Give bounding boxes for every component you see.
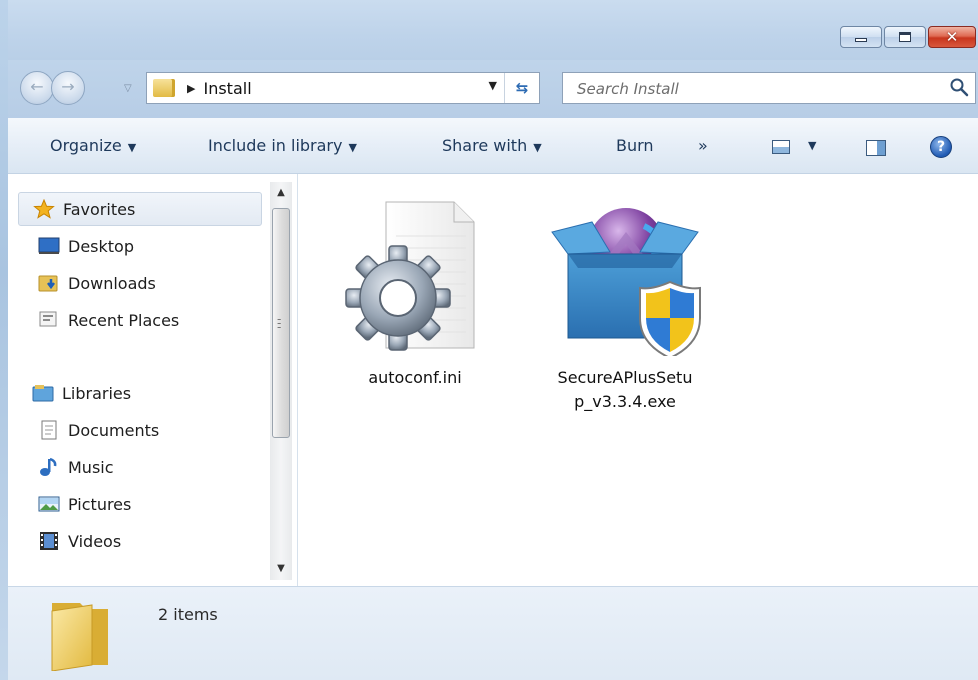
videos-film-icon bbox=[38, 531, 60, 551]
nav-recent-places-label: Recent Places bbox=[68, 310, 180, 330]
file-name: SecureAPlusSetu bbox=[557, 368, 693, 387]
folder-icon bbox=[51, 603, 108, 671]
nav-documents-label: Documents bbox=[68, 420, 160, 440]
details-pane: 2 items bbox=[8, 586, 978, 680]
nav-recent-places[interactable]: Recent Places bbox=[18, 303, 179, 337]
scroll-down-button[interactable]: ▼ bbox=[270, 558, 292, 580]
share-with-menu[interactable]: Share with ▼ bbox=[442, 136, 542, 155]
scroll-grip-icon: --- bbox=[277, 312, 282, 334]
file-secureaplussetup-exe[interactable]: SecureAPlusSetu p_v3.3.4.exe bbox=[540, 196, 710, 414]
close-button[interactable]: ✕ bbox=[928, 26, 976, 48]
desktop-icon bbox=[38, 236, 60, 256]
view-options-dropdown[interactable]: ▼ bbox=[808, 139, 816, 152]
nav-libraries[interactable]: Libraries bbox=[18, 376, 131, 410]
nav-pictures-label: Pictures bbox=[68, 494, 132, 514]
file-autoconf-ini[interactable]: autoconf.ini bbox=[330, 196, 500, 390]
title-bar: ✕ bbox=[8, 0, 978, 60]
nav-music[interactable]: Music bbox=[18, 450, 114, 484]
minimize-icon bbox=[855, 38, 867, 42]
nav-music-label: Music bbox=[68, 457, 114, 477]
chevron-down-icon: ▼ bbox=[127, 141, 137, 154]
nav-favorites-label: Favorites bbox=[63, 199, 136, 219]
forward-button[interactable]: → bbox=[51, 71, 85, 105]
chevron-down-icon: ▼ bbox=[533, 141, 542, 154]
refresh-button[interactable]: ⇆ bbox=[504, 73, 539, 103]
file-name: autoconf.ini bbox=[368, 368, 462, 387]
search-icon[interactable] bbox=[949, 77, 969, 97]
back-arrow-icon: ← bbox=[30, 77, 44, 96]
organize-label: Organize bbox=[50, 136, 122, 155]
downloads-folder-icon bbox=[38, 273, 60, 293]
window-frame-edge bbox=[0, 0, 8, 680]
refresh-icon: ⇆ bbox=[515, 79, 529, 97]
nav-libraries-label: Libraries bbox=[62, 383, 132, 403]
navigation-pane: Favorites Desktop Downloads Recent Place… bbox=[8, 174, 298, 586]
more-commands-button[interactable]: » bbox=[698, 136, 708, 155]
nav-pane-scrollbar[interactable]: ▲ --- ▼ bbox=[270, 182, 292, 580]
folder-icon bbox=[153, 79, 175, 97]
file-name-continued: p_v3.3.4.exe bbox=[574, 392, 676, 411]
navigation-bar: ← → ▽ ▶ Install ▼ ⇆ bbox=[8, 60, 978, 118]
include-in-library-menu[interactable]: Include in library ▼ bbox=[208, 136, 357, 155]
scroll-thumb[interactable]: --- bbox=[272, 208, 290, 438]
nav-documents[interactable]: Documents bbox=[18, 413, 159, 447]
change-view-icon[interactable] bbox=[772, 140, 790, 154]
installer-box-uac-shield-icon bbox=[551, 208, 701, 360]
preview-pane-icon[interactable] bbox=[866, 140, 886, 156]
burn-label: Burn bbox=[616, 136, 654, 155]
organize-menu[interactable]: Organize ▼ bbox=[50, 136, 136, 155]
window-controls: ✕ bbox=[838, 26, 976, 48]
include-in-library-label: Include in library bbox=[208, 136, 343, 155]
ini-settings-file-icon bbox=[345, 201, 475, 351]
nav-videos-label: Videos bbox=[68, 531, 122, 551]
file-list: autoconf.ini SecureAPlusSetu p_v3.3.4.ex… bbox=[298, 174, 978, 586]
maximize-icon bbox=[899, 32, 911, 42]
maximize-button[interactable] bbox=[884, 26, 926, 48]
share-with-label: Share with bbox=[442, 136, 528, 155]
search-input[interactable] bbox=[563, 73, 949, 105]
recent-places-icon bbox=[38, 310, 60, 330]
nav-videos[interactable]: Videos bbox=[18, 524, 121, 558]
nav-desktop-label: Desktop bbox=[68, 236, 134, 256]
pictures-icon bbox=[38, 494, 60, 514]
recent-pages-dropdown[interactable]: ▽ bbox=[124, 83, 132, 94]
documents-icon bbox=[38, 420, 60, 440]
address-history-dropdown[interactable]: ▼ bbox=[489, 79, 497, 92]
nav-desktop[interactable]: Desktop bbox=[18, 229, 134, 263]
breadcrumb-separator-icon[interactable]: ▶ bbox=[187, 82, 195, 95]
forward-arrow-icon: → bbox=[61, 77, 75, 96]
star-icon bbox=[33, 199, 55, 219]
nav-downloads-label: Downloads bbox=[68, 273, 156, 293]
scroll-up-button[interactable]: ▲ bbox=[270, 182, 292, 204]
command-bar: Organize ▼ Include in library ▼ Share with… bbox=[8, 118, 978, 174]
music-note-icon bbox=[38, 457, 60, 477]
nav-downloads[interactable]: Downloads bbox=[18, 266, 156, 300]
minimize-button[interactable] bbox=[840, 26, 882, 48]
search-box bbox=[562, 72, 976, 105]
nav-favorites[interactable]: Favorites bbox=[18, 192, 262, 226]
address-bar[interactable]: ▶ Install ▼ ⇆ bbox=[146, 72, 540, 104]
nav-pictures[interactable]: Pictures bbox=[18, 487, 131, 521]
item-count: 2 items bbox=[158, 605, 218, 624]
back-button[interactable]: ← bbox=[20, 71, 54, 105]
libraries-icon bbox=[32, 383, 54, 403]
more-label: » bbox=[698, 136, 708, 155]
close-icon: ✕ bbox=[945, 28, 959, 46]
help-icon[interactable]: ? bbox=[930, 136, 952, 158]
burn-button[interactable]: Burn bbox=[616, 136, 654, 155]
breadcrumb-install[interactable]: Install bbox=[203, 79, 251, 98]
chevron-down-icon: ▼ bbox=[348, 141, 357, 154]
